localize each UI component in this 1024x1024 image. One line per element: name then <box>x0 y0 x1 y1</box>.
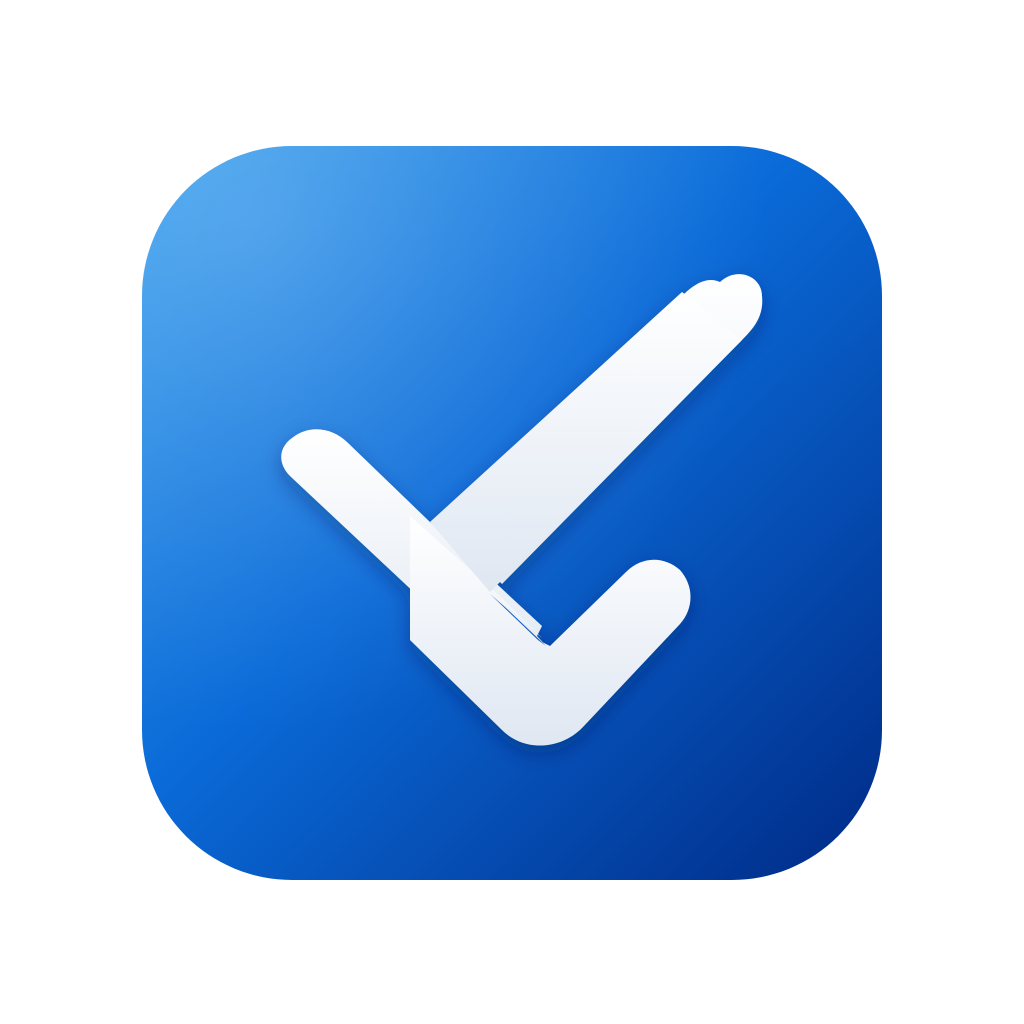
app-icon-tile[interactable] <box>142 146 882 880</box>
checkmark-icon <box>142 146 882 880</box>
canvas <box>0 0 1024 1024</box>
